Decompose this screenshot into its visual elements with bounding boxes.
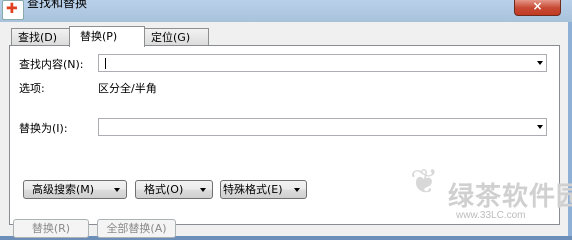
find-dropdown-arrow-icon[interactable] [537, 61, 543, 65]
text-caret [105, 58, 106, 69]
tab-replace[interactable]: 替换(P) [69, 26, 145, 47]
plus-icon: ✚ [6, 1, 18, 17]
format-label: 格式(O) [144, 183, 184, 196]
options-value: 区分全/半角 [98, 82, 157, 95]
chevron-down-icon [114, 188, 120, 192]
replace-dropdown-arrow-icon[interactable] [537, 125, 543, 129]
options-label: 选项: [19, 82, 45, 95]
tab-find[interactable]: 查找(D) [11, 28, 70, 45]
window-frame [568, 22, 572, 236]
title-bar: ✚ 查找和替换 × [0, 0, 572, 22]
dialog-body: 查找(D) 替换(P) 定位(G) 查找内容(N): 选项: 区分全/半角 替换… [0, 22, 568, 238]
replace-all-button[interactable]: 全部替换(A) [97, 219, 176, 238]
replace-input[interactable] [98, 118, 547, 136]
tab-goto[interactable]: 定位(G) [144, 28, 209, 45]
advanced-search-button[interactable]: 高级搜索(M) [23, 180, 127, 199]
special-format-button[interactable]: 特殊格式(E) [220, 180, 307, 199]
replace-label: 替换为(I): [19, 122, 68, 135]
window-title: 查找和替换 [27, 0, 88, 10]
close-button[interactable]: × [514, 0, 561, 16]
special-format-label: 特殊格式(E) [223, 183, 283, 196]
replace-all-button-label: 全部替换(A) [106, 222, 167, 235]
format-button[interactable]: 格式(O) [135, 180, 213, 199]
find-input[interactable] [98, 54, 547, 72]
tab-goto-label: 定位(G) [151, 31, 191, 44]
tab-find-label: 查找(D) [18, 31, 58, 44]
close-icon: × [532, 0, 543, 13]
chevron-down-icon [294, 188, 300, 192]
chevron-down-icon [200, 188, 206, 192]
app-icon: ✚ [2, 0, 24, 20]
advanced-search-label: 高级搜索(M) [32, 183, 95, 196]
tab-replace-label: 替换(P) [80, 30, 118, 43]
replace-button[interactable]: 替换(R) [13, 219, 89, 238]
find-label: 查找内容(N): [19, 58, 84, 71]
replace-button-label: 替换(R) [31, 222, 71, 235]
replace-panel: 查找内容(N): 选项: 区分全/半角 替换为(I): 高级搜索(M) 格式(O… [9, 45, 560, 225]
